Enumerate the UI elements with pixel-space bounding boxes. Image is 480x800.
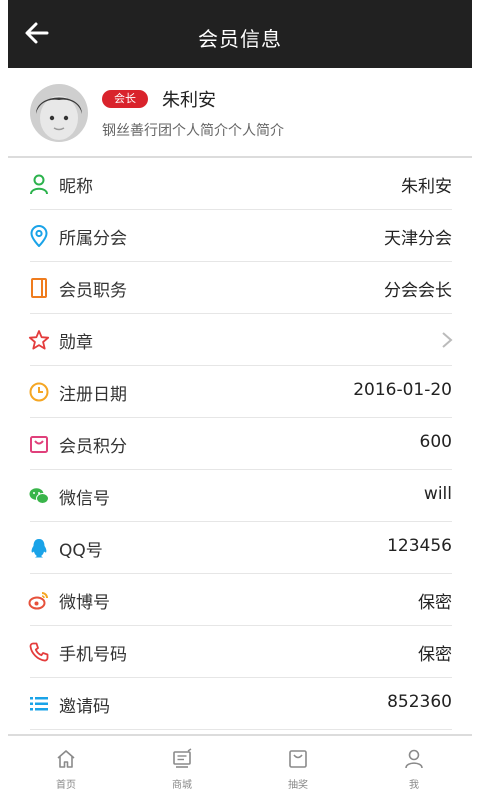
role-badge: 会长 — [102, 90, 148, 108]
row-nickname[interactable]: 昵称 朱利安 — [8, 158, 472, 210]
notebook-icon — [31, 278, 47, 298]
page-title: 会员信息 — [198, 27, 282, 51]
profile-intro: 钢丝善行团个人简介个人简介 — [102, 123, 284, 139]
row-position[interactable]: 会员职务 分会会长 — [8, 262, 472, 314]
profile-name: 朱利安 — [162, 90, 216, 111]
phone-icon — [29, 642, 49, 662]
row-value: 保密 — [418, 645, 452, 665]
bottom-tab-bar: 首页 商城 抽奖 我 — [8, 736, 472, 800]
weibo-icon — [28, 592, 48, 610]
row-wechat[interactable]: 微信号 will — [8, 470, 472, 522]
row-value: 600 — [419, 432, 452, 452]
row-label: 邀请码 — [59, 697, 110, 717]
row-value: 123456 — [387, 536, 452, 556]
row-value: 2016-01-20 — [353, 380, 452, 400]
tab-me[interactable]: 我 — [356, 736, 472, 800]
row-label: 注册日期 — [59, 385, 127, 405]
row-label: QQ号 — [59, 541, 103, 561]
tab-label: 抽奖 — [288, 780, 308, 791]
lottery-icon — [289, 750, 307, 768]
row-label: 手机号码 — [59, 645, 127, 665]
row-value: will — [423, 484, 452, 504]
clock-icon — [29, 382, 49, 402]
top-bar: 会员信息 — [8, 0, 472, 68]
points-bag-icon — [30, 436, 48, 453]
row-label: 会员积分 — [59, 437, 127, 457]
row-register-date[interactable]: 注册日期 2016-01-20 — [8, 366, 472, 418]
star-icon — [28, 330, 50, 350]
row-label: 微信号 — [59, 489, 110, 509]
row-medals[interactable]: 勋章 — [8, 314, 472, 366]
tab-label: 我 — [409, 780, 419, 791]
row-value: 852360 — [387, 692, 452, 712]
tab-mall[interactable]: 商城 — [124, 736, 240, 800]
profile-card[interactable]: 会长 朱利安 钢丝善行团个人简介个人简介 — [8, 68, 472, 156]
row-label: 微博号 — [59, 593, 110, 613]
mall-icon — [173, 748, 192, 768]
row-invite-code[interactable]: 邀请码 852360 — [8, 678, 472, 730]
row-weibo[interactable]: 微博号 保密 — [8, 574, 472, 626]
row-qq[interactable]: QQ号 123456 — [8, 522, 472, 574]
avatar-photo-icon — [30, 84, 88, 142]
row-branch[interactable]: 所属分会 天津分会 — [8, 210, 472, 262]
wechat-icon — [29, 488, 49, 504]
me-icon — [405, 749, 423, 769]
row-value: 朱利安 — [401, 177, 452, 197]
avatar[interactable] — [30, 84, 88, 142]
row-phone[interactable]: 手机号码 保密 — [8, 626, 472, 678]
row-points[interactable]: 会员积分 600 — [8, 418, 472, 470]
tab-lottery[interactable]: 抽奖 — [240, 736, 356, 800]
tab-label: 首页 — [56, 780, 76, 791]
row-label: 昵称 — [59, 177, 93, 197]
row-label: 勋章 — [59, 333, 93, 353]
user-icon — [30, 174, 48, 195]
row-value: 保密 — [418, 593, 452, 613]
row-value: 天津分会 — [384, 229, 452, 249]
info-list: 昵称 朱利安 所属分会 天津分会 会员职务 分会会长 勋章 注册日期 2016-… — [8, 158, 472, 730]
row-value: 分会会长 — [384, 281, 452, 301]
qq-icon — [31, 539, 47, 558]
location-pin-icon — [30, 225, 48, 247]
tab-home[interactable]: 首页 — [8, 736, 124, 800]
invite-code-icon — [30, 697, 48, 711]
row-label: 会员职务 — [59, 281, 127, 301]
row-label: 所属分会 — [59, 229, 127, 249]
home-icon — [57, 750, 75, 768]
tab-label: 商城 — [172, 780, 192, 791]
chevron-right-icon — [442, 332, 453, 348]
